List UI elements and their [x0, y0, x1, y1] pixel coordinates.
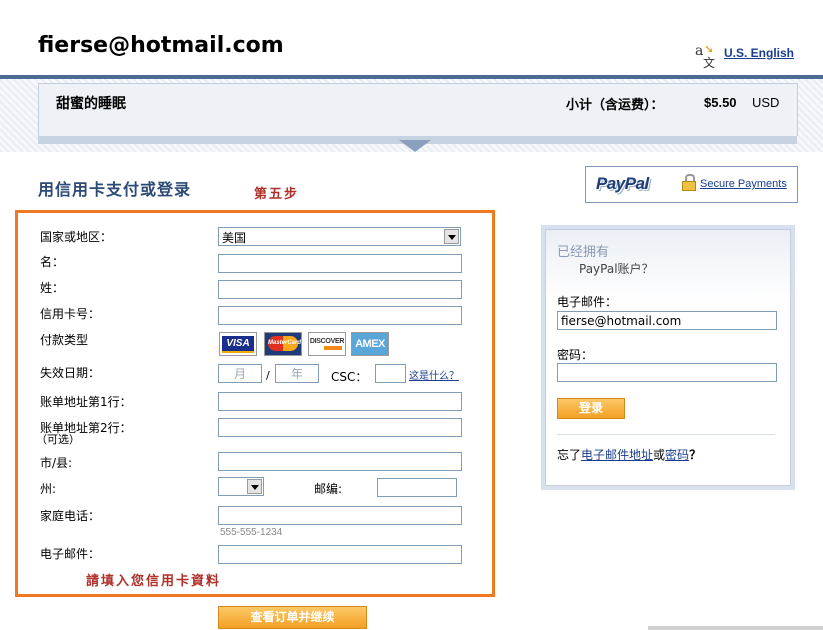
card-number-label: 信用卡号：	[40, 307, 101, 321]
language-link[interactable]: U.S. English	[724, 46, 794, 60]
first-name-input[interactable]	[218, 254, 462, 273]
cart-amount: $5.50	[704, 95, 737, 110]
country-label: 国家或地区：	[40, 230, 113, 244]
cart-expand-arrow-icon[interactable]	[399, 140, 431, 152]
forgot-suffix: ？	[689, 448, 702, 462]
login-email-input[interactable]	[557, 311, 777, 330]
expiry-label: 失效日期：	[40, 366, 101, 380]
last-name-input[interactable]	[218, 280, 462, 299]
country-selected-value: 美国	[222, 231, 247, 245]
csc-help-link[interactable]: 这是什么？	[409, 367, 459, 382]
login-divider	[557, 434, 775, 435]
secure-payments-link[interactable]: Secure Payments	[700, 178, 787, 190]
forgot-credentials-text: 忘了电子邮件地址或密码？	[557, 446, 701, 463]
login-password-label: 密码：	[557, 348, 594, 362]
email-input[interactable]	[218, 545, 462, 564]
discover-card-icon[interactable]: DISCOVER	[308, 332, 346, 356]
chevron-down-icon[interactable]	[247, 479, 262, 494]
phone-format-hint: 555-555-1234	[220, 527, 283, 538]
address2-optional-label: （可选）	[36, 433, 80, 446]
csc-input[interactable]	[375, 364, 406, 383]
login-subtitle: PayPal账户？	[579, 262, 654, 276]
cart-summary	[38, 83, 798, 136]
payment-type-label: 付款类型	[40, 333, 89, 347]
amex-card-icon[interactable]: AMEX	[351, 332, 389, 356]
phone-input[interactable]	[218, 506, 462, 525]
page-bottom-edge	[648, 626, 823, 630]
csc-label: CSC：	[331, 370, 368, 384]
login-button[interactable]: 登录	[557, 398, 625, 419]
expiry-month-input[interactable]	[218, 364, 262, 383]
country-select[interactable]: 美国	[218, 227, 461, 246]
login-password-input[interactable]	[557, 363, 777, 382]
date-separator: /	[266, 369, 270, 382]
forgot-or: 或	[653, 448, 666, 462]
address1-label: 账单地址第1行：	[40, 395, 132, 409]
last-name-label: 姓：	[40, 281, 65, 295]
address1-input[interactable]	[218, 392, 462, 411]
step-annotation: 第五步	[254, 187, 300, 202]
translate-icon[interactable]: a ↘ 文	[693, 43, 715, 70]
city-label: 市/县:	[40, 456, 73, 470]
zip-input[interactable]	[377, 478, 457, 497]
email-label: 电子邮件：	[40, 547, 101, 561]
card-number-input[interactable]	[218, 306, 462, 325]
chevron-down-icon[interactable]	[444, 229, 459, 244]
forgot-prefix: 忘了	[557, 448, 582, 462]
state-select[interactable]	[218, 477, 264, 496]
first-name-label: 名：	[40, 255, 65, 269]
cart-currency: USD	[752, 95, 780, 110]
state-label: 州:	[40, 482, 57, 496]
expiry-year-input[interactable]	[275, 364, 319, 383]
lock-icon	[682, 174, 696, 191]
paypal-logo: PayPal	[596, 174, 649, 193]
phone-label: 家庭电话：	[40, 509, 101, 523]
review-order-button[interactable]: 查看订单并继续	[218, 606, 367, 629]
forgot-password-link[interactable]: 密码	[665, 448, 689, 462]
cart-subtotal-label: 小计（含运费）：	[566, 98, 664, 113]
visa-card-icon[interactable]: VISA	[219, 332, 257, 356]
cart-item-title: 甜蜜的睡眠	[56, 96, 126, 112]
fill-card-annotation: 請填入您信用卡資料	[86, 574, 222, 589]
address2-input[interactable]	[218, 418, 462, 437]
mastercard-card-icon[interactable]: MasterCard	[264, 332, 302, 356]
section-title: 用信用卡支付或登录	[38, 180, 192, 199]
zip-label: 邮编:	[314, 482, 343, 496]
city-input[interactable]	[218, 452, 462, 471]
account-email: fierse@hotmail.com	[38, 33, 284, 58]
forgot-email-link[interactable]: 电子邮件地址	[581, 448, 653, 462]
login-title: 已经拥有	[557, 245, 610, 260]
login-email-label: 电子邮件：	[557, 295, 618, 309]
